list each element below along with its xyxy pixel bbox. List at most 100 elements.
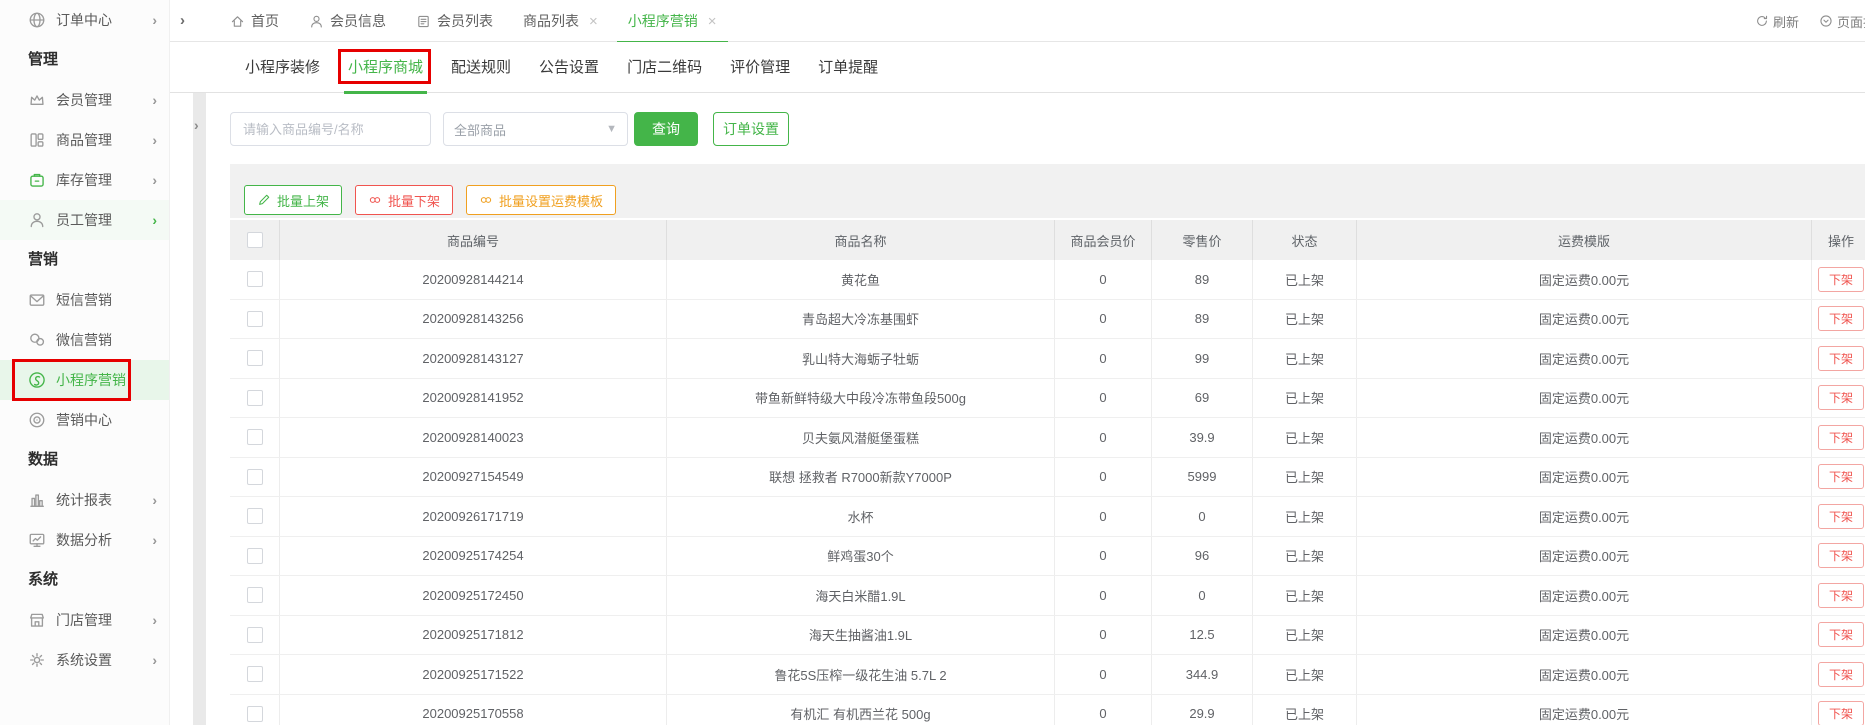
- cell-product-name: 海天白米醋1.9L: [667, 576, 1055, 615]
- cell-retail-price: 12.5: [1152, 615, 1253, 654]
- row-checkbox[interactable]: [246, 271, 263, 288]
- row-checkbox[interactable]: [246, 389, 263, 406]
- cell-freight-template: 固定运费0.00元: [1357, 497, 1812, 536]
- goods-icon: [28, 131, 46, 149]
- batch-button-label: 批量下架: [388, 193, 441, 209]
- cell-retail-price: 99: [1152, 339, 1253, 378]
- table-row: 20200925171522 鲁花5S压榨一级花生油 5.7L 2 0 344.9 已上…: [230, 655, 1865, 695]
- subtab-review-management[interactable]: 评价管理: [730, 42, 790, 93]
- cell-action: 下架: [1812, 537, 1865, 576]
- sidebar-item-inventory-management[interactable]: 库存管理 ›: [0, 160, 169, 200]
- cell-product-name: 乳山特大海蛎子牡蛎: [667, 339, 1055, 378]
- row-checkbox[interactable]: [246, 666, 263, 683]
- batch-on-shelf-button[interactable]: 批量上架: [244, 185, 343, 215]
- sidebar-item-goods-management[interactable]: 商品管理 ›: [0, 120, 169, 160]
- cell-action: 下架: [1812, 379, 1865, 418]
- subtab-miniprogram-decoration[interactable]: 小程序装修: [245, 42, 320, 93]
- row-checkbox[interactable]: [246, 310, 263, 327]
- sidebar-item-label: 小程序营销: [56, 372, 126, 388]
- cell-freight-template: 固定运费0.00元: [1357, 299, 1812, 338]
- off-shelf-button[interactable]: 下架: [1817, 543, 1864, 569]
- sidebar-item-miniprogram-marketing[interactable]: 小程序营销: [0, 359, 169, 401]
- row-checkbox[interactable]: [246, 508, 263, 525]
- row-checkbox[interactable]: [246, 587, 263, 604]
- cell-retail-price: 69: [1152, 378, 1253, 417]
- off-shelf-button[interactable]: 下架: [1817, 266, 1864, 292]
- sidebar-item-wechat-marketing[interactable]: 微信营销: [0, 320, 169, 360]
- doc-icon: [416, 14, 431, 29]
- off-shelf-button[interactable]: 下架: [1817, 622, 1864, 648]
- row-checkbox[interactable]: [246, 547, 263, 564]
- sidebar-item-statistics-report[interactable]: 统计报表 ›: [0, 480, 169, 520]
- query-button[interactable]: 查询: [634, 112, 698, 146]
- off-shelf-button[interactable]: 下架: [1817, 503, 1864, 529]
- cell-freight-template: 固定运费0.00元: [1357, 694, 1812, 725]
- sidebar-item-label: 短信营销: [56, 292, 112, 308]
- order-settings-button[interactable]: 订单设置: [713, 112, 789, 146]
- tab-goods-list[interactable]: 商品列表 ×: [508, 0, 613, 42]
- category-select[interactable]: 全部商品 ▼: [443, 112, 628, 146]
- cell-member-price: 0: [1055, 694, 1152, 725]
- off-shelf-button[interactable]: 下架: [1817, 424, 1864, 450]
- off-shelf-button[interactable]: 下架: [1817, 701, 1864, 725]
- table-row: 20200928143256 青岛超大冷冻基围虾 0 89 已上架 固定运费0.00元 下架: [230, 299, 1865, 339]
- cell-status: 已上架: [1253, 339, 1357, 378]
- subtab-order-reminder[interactable]: 订单提醒: [818, 42, 878, 93]
- gutter-collapse-icon[interactable]: ›: [194, 117, 199, 133]
- sidebar-item-staff-management[interactable]: 员工管理 ›: [0, 200, 169, 240]
- off-shelf-button[interactable]: 下架: [1817, 582, 1864, 608]
- search-input[interactable]: [230, 112, 431, 146]
- wechat-icon: [28, 331, 46, 349]
- row-checkbox[interactable]: [246, 705, 263, 722]
- sidebar-item-data-analysis[interactable]: 数据分析 ›: [0, 520, 169, 560]
- batch-button-label: 批量上架: [277, 193, 330, 209]
- subtab-delivery-rules[interactable]: 配送规则: [451, 42, 511, 93]
- chevron-right-icon: ›: [152, 492, 157, 508]
- refresh-button[interactable]: 刷新: [1755, 12, 1799, 31]
- tab-home[interactable]: 首页: [215, 0, 294, 42]
- subtab-miniprogram-mall[interactable]: 小程序商城: [338, 42, 432, 94]
- off-shelf-button[interactable]: 下架: [1817, 464, 1864, 490]
- inventory-icon: [28, 171, 46, 189]
- cell-member-price: 0: [1055, 378, 1152, 417]
- row-checkbox[interactable]: [246, 626, 263, 643]
- sidebar-collapse-icon[interactable]: ›: [180, 12, 185, 29]
- subtab-announcement-settings[interactable]: 公告设置: [539, 42, 599, 93]
- row-checkbox[interactable]: [246, 429, 263, 446]
- cell-product-id: 20200925172450: [280, 576, 667, 615]
- close-icon[interactable]: ×: [589, 14, 598, 29]
- close-icon[interactable]: ×: [708, 14, 717, 29]
- row-checkbox[interactable]: [246, 350, 263, 367]
- row-checkbox[interactable]: [246, 468, 263, 485]
- sidebar-section-label: 营销: [28, 251, 59, 268]
- sidebar-item-order-center[interactable]: 订单中心 ›: [0, 0, 169, 40]
- batch-freight-template-button[interactable]: 批量设置运费模板: [466, 185, 617, 215]
- sidebar-item-marketing-center[interactable]: 营销中心: [0, 400, 169, 440]
- cell-product-id: 20200928143127: [280, 339, 667, 378]
- table-body: 20200928144214 黄花鱼 0 89 已上架 固定运费0.00元 下架 202009…: [230, 260, 1865, 725]
- sidebar-item-label: 数据分析: [56, 532, 112, 548]
- chevron-right-icon: ›: [152, 212, 157, 228]
- off-shelf-button[interactable]: 下架: [1817, 661, 1864, 687]
- sidebar-item-store-management[interactable]: 门店管理 ›: [0, 600, 169, 640]
- tab-member-list[interactable]: 会员列表: [401, 0, 508, 42]
- sidebar-item-label: 营销中心: [56, 412, 112, 428]
- page-actions-button[interactable]: 页面操作: [1819, 12, 1865, 31]
- subtab-store-qrcode[interactable]: 门店二维码: [627, 42, 702, 93]
- sidebar-item-system-settings[interactable]: 系统设置 ›: [0, 640, 169, 680]
- cell-product-name: 带鱼新鲜特级大中段冷冻带鱼段500g: [667, 378, 1055, 417]
- select-all-checkbox[interactable]: [246, 232, 263, 248]
- cell-checkbox: [230, 418, 280, 457]
- miniprogram-icon: [28, 371, 46, 389]
- sidebar-section-management: 管理: [0, 40, 169, 80]
- tab-member-info[interactable]: 会员信息: [294, 0, 401, 42]
- topbar-actions: 刷新 页面操作: [1755, 0, 1865, 42]
- off-shelf-button[interactable]: 下架: [1817, 306, 1864, 332]
- off-shelf-button[interactable]: 下架: [1817, 385, 1864, 411]
- sidebar-item-member-management[interactable]: 会员管理 ›: [0, 80, 169, 120]
- tab-miniprogram-marketing[interactable]: 小程序营销 ×: [613, 0, 732, 43]
- app: 订单中心 › 管理 会员管理 › 商品管理 › 库存管理 › 员工管理 › 营销 短信营销 微信营销 小程序…: [0, 0, 1865, 725]
- sidebar-item-sms-marketing[interactable]: 短信营销: [0, 280, 169, 320]
- batch-off-shelf-button[interactable]: 批量下架: [355, 185, 454, 215]
- off-shelf-button[interactable]: 下架: [1817, 345, 1864, 371]
